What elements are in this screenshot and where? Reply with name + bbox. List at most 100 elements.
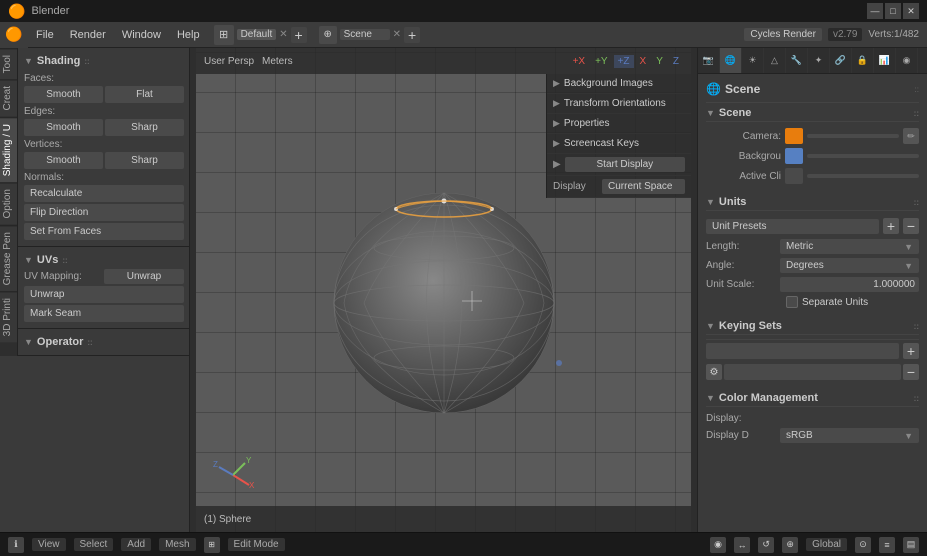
screencast-keys-item[interactable]: ▶ Screencast Keys xyxy=(547,134,691,154)
right-tab-material[interactable]: ◉ xyxy=(896,48,918,74)
global-button[interactable]: Global xyxy=(806,538,847,551)
side-tab-tool[interactable]: Tool xyxy=(0,48,17,79)
workspace-icon[interactable]: ⊞ xyxy=(214,25,234,45)
edges-smooth-button[interactable]: Smooth xyxy=(24,119,103,136)
right-tab-scene[interactable]: 🌐 xyxy=(720,48,742,74)
edges-sharp-button[interactable]: Sharp xyxy=(105,119,184,136)
axis-y-pos-button[interactable]: +Y xyxy=(591,55,612,68)
start-display-play-icon[interactable]: ▶ xyxy=(553,159,561,170)
status-mode-icon[interactable]: ⊞ xyxy=(204,537,220,553)
add-button[interactable]: Add xyxy=(121,538,151,551)
right-tab-physics[interactable]: 🔗 xyxy=(830,48,852,74)
render-engine-select[interactable]: Cycles Render xyxy=(744,28,822,41)
view-button[interactable]: View xyxy=(32,538,66,551)
current-space-button[interactable]: Current Space xyxy=(602,179,685,194)
select-button[interactable]: Select xyxy=(74,538,114,551)
units-section-header[interactable]: ▼ Units :: xyxy=(706,192,919,211)
unit-scale-value: 1.000000 xyxy=(873,279,915,290)
length-value[interactable]: Metric ▼ xyxy=(780,239,919,254)
shading-header[interactable]: ▼ Shading :: xyxy=(24,52,184,70)
menu-help[interactable]: Help xyxy=(169,22,208,48)
status-extra1-icon[interactable]: ≡ xyxy=(879,537,895,553)
axis-z-button[interactable]: Z xyxy=(669,55,683,68)
side-tab-grease-pen[interactable]: Grease Pen xyxy=(0,225,17,291)
uv-mapping-dropdown[interactable]: Unwrap xyxy=(104,269,184,284)
unit-preset-add-button[interactable]: + xyxy=(883,218,899,234)
blender-logo[interactable]: 🟠 xyxy=(0,22,28,48)
close-button[interactable]: ✕ xyxy=(903,3,919,19)
unit-presets-button[interactable]: Unit Presets xyxy=(706,219,879,234)
scene-close[interactable]: ✕ xyxy=(393,29,401,40)
properties-item[interactable]: ▶ Properties xyxy=(547,114,691,134)
right-tab-particles[interactable]: ✦ xyxy=(808,48,830,74)
background-icon-button[interactable] xyxy=(785,148,803,164)
keying-remove-button[interactable]: − xyxy=(903,364,919,380)
status-extra2-icon[interactable]: ▤ xyxy=(903,537,919,553)
scene-add-button[interactable]: + xyxy=(404,27,420,43)
status-transform-icon[interactable]: ↔ xyxy=(734,537,750,553)
scene-subsection-header[interactable]: ▼ Scene :: xyxy=(706,103,919,122)
menu-window[interactable]: Window xyxy=(114,22,169,48)
active-clip-value[interactable] xyxy=(807,174,919,178)
mark-seam-button[interactable]: Mark Seam xyxy=(24,305,184,322)
color-management-header[interactable]: ▼ Color Management :: xyxy=(706,388,919,407)
unwrap-button[interactable]: Unwrap xyxy=(24,286,184,303)
workspace-tab-close[interactable]: ✕ xyxy=(279,29,287,40)
side-tab-option[interactable]: Option xyxy=(0,182,17,224)
status-rotate-icon[interactable]: ↺ xyxy=(758,537,774,553)
unit-preset-remove-button[interactable]: − xyxy=(903,218,919,234)
mesh-button[interactable]: Mesh xyxy=(159,538,195,551)
menu-render[interactable]: Render xyxy=(62,22,114,48)
operator-header[interactable]: ▼ Operator :: xyxy=(24,333,184,351)
separate-units-checkbox[interactable] xyxy=(786,296,798,308)
vertices-sharp-button[interactable]: Sharp xyxy=(105,152,184,169)
side-tab-shading[interactable]: Shading / U xyxy=(0,117,17,182)
camera-value[interactable] xyxy=(807,134,899,138)
axis-x-pos-button[interactable]: +X xyxy=(569,55,590,68)
right-tab-camera[interactable]: 📷 xyxy=(698,48,720,74)
faces-flat-button[interactable]: Flat xyxy=(105,86,184,103)
side-tab-3d-print[interactable]: 3D Printi xyxy=(0,291,17,342)
camera-edit-button[interactable]: ✏ xyxy=(903,128,919,144)
transform-orientations-item[interactable]: ▶ Transform Orientations xyxy=(547,94,691,114)
status-info-icon[interactable]: ℹ xyxy=(8,537,24,553)
active-clip-icon[interactable] xyxy=(785,168,803,184)
right-tab-data[interactable]: 📊 xyxy=(874,48,896,74)
vertices-smooth-button[interactable]: Smooth xyxy=(24,152,103,169)
right-tab-constraints[interactable]: 🔒 xyxy=(852,48,874,74)
set-from-faces-button[interactable]: Set From Faces xyxy=(24,223,184,240)
right-tab-modifiers[interactable]: 🔧 xyxy=(786,48,808,74)
scene-name[interactable]: Scene xyxy=(340,29,390,40)
keying-sets-header[interactable]: ▼ Keying Sets :: xyxy=(706,316,919,335)
mode-button[interactable]: Edit Mode xyxy=(228,538,285,551)
unit-scale-input[interactable]: 1.000000 xyxy=(780,277,919,292)
workspace-default-tab[interactable]: Default xyxy=(237,29,277,40)
axis-z-pos-button[interactable]: +Z xyxy=(614,55,634,68)
keying-add-button[interactable]: + xyxy=(903,343,919,359)
background-value[interactable] xyxy=(807,154,919,158)
status-proportional-icon[interactable]: ⊙ xyxy=(855,537,871,553)
status-sphere-icon[interactable]: ◉ xyxy=(710,537,726,553)
start-display-button[interactable]: Start Display xyxy=(565,157,685,172)
angle-value[interactable]: Degrees ▼ xyxy=(780,258,919,273)
viewport[interactable]: User Persp Meters +X +Y +Z X Y Z xyxy=(196,48,691,532)
axis-y-button[interactable]: Y xyxy=(652,55,667,68)
flip-direction-button[interactable]: Flip Direction xyxy=(24,204,184,221)
axis-x-button[interactable]: X xyxy=(636,55,651,68)
keying-settings-icon[interactable]: ⚙ xyxy=(706,364,722,380)
right-tab-world[interactable]: ☀ xyxy=(742,48,764,74)
uvs-header[interactable]: ▼ UVs :: xyxy=(24,251,184,269)
faces-smooth-button[interactable]: Smooth xyxy=(24,86,103,103)
workspace-add-button[interactable]: + xyxy=(291,27,307,43)
recalculate-button[interactable]: Recalculate xyxy=(24,185,184,202)
scene-icon[interactable]: ⊕ xyxy=(319,26,337,44)
right-tab-object[interactable]: △ xyxy=(764,48,786,74)
maximize-button[interactable]: □ xyxy=(885,3,901,19)
menu-file[interactable]: File xyxy=(28,22,62,48)
side-tab-creat[interactable]: Creat xyxy=(0,79,17,116)
background-images-item[interactable]: ▶ Background Images xyxy=(547,74,691,94)
status-snap-icon[interactable]: ⊕ xyxy=(782,537,798,553)
minimize-button[interactable]: — xyxy=(867,3,883,19)
camera-icon-button[interactable] xyxy=(785,128,803,144)
display-d-value[interactable]: sRGB ▼ xyxy=(780,428,919,443)
